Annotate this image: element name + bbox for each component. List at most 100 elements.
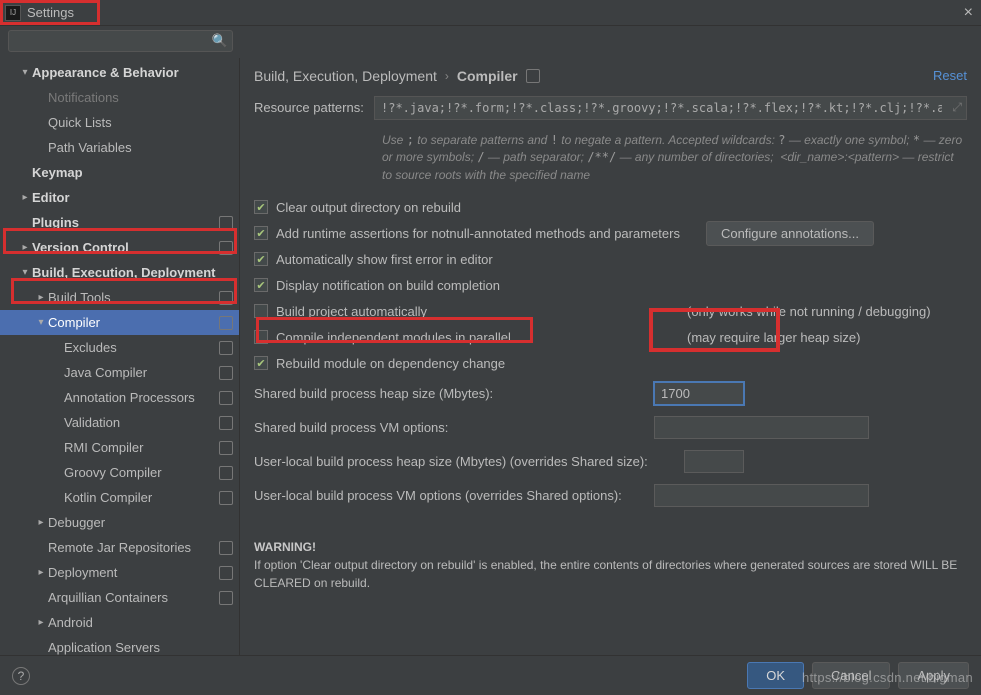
resource-patterns-help: Use ; to separate patterns and ! to nega… xyxy=(254,126,967,194)
sidebar-item-label: Build, Execution, Deployment xyxy=(32,265,233,280)
warning-title: WARNING! xyxy=(254,538,967,556)
checkbox-label: Clear output directory on rebuild xyxy=(276,200,461,215)
sidebar-item-groovy-compiler[interactable]: Groovy Compiler xyxy=(0,460,239,485)
checkbox-auto-first-error[interactable]: ✔ Automatically show first error in edit… xyxy=(254,246,967,272)
project-scope-icon xyxy=(526,69,540,83)
project-scope-icon xyxy=(219,591,233,605)
checkbox-icon xyxy=(254,304,268,318)
sidebar-item-label: Debugger xyxy=(48,515,233,530)
project-scope-icon xyxy=(219,316,233,330)
reset-link[interactable]: Reset xyxy=(933,68,967,83)
warning-body: If option 'Clear output directory on reb… xyxy=(254,556,967,592)
sidebar-item-keymap[interactable]: Keymap xyxy=(0,160,239,185)
search-icon: 🔍 xyxy=(212,33,228,49)
checkbox-display-notification[interactable]: ✔ Display notification on build completi… xyxy=(254,272,967,298)
project-scope-icon xyxy=(219,566,233,580)
sidebar-item-label: Annotation Processors xyxy=(64,390,215,405)
project-scope-icon xyxy=(219,366,233,380)
project-scope-icon xyxy=(219,541,233,555)
project-scope-icon xyxy=(219,491,233,505)
sidebar-item-validation[interactable]: Validation xyxy=(0,410,239,435)
sidebar-item-quick-lists[interactable]: Quick Lists xyxy=(0,110,239,135)
sidebar-item-android[interactable]: ▸Android xyxy=(0,610,239,635)
sidebar-item-appearance-behavior[interactable]: ▾Appearance & Behavior xyxy=(0,60,239,85)
sidebar-item-build-execution-deployment[interactable]: ▾Build, Execution, Deployment xyxy=(0,260,239,285)
checkbox-compile-parallel[interactable]: Compile independent modules in parallel … xyxy=(254,324,967,350)
user-heap-input[interactable] xyxy=(684,450,744,473)
chevron-right-icon: ▸ xyxy=(34,517,48,528)
sidebar-item-label: Version Control xyxy=(32,240,215,255)
checkbox-clear-output[interactable]: ✔ Clear output directory on rebuild xyxy=(254,194,967,220)
checkbox-label: Display notification on build completion xyxy=(276,278,500,293)
sidebar-item-label: Build Tools xyxy=(48,290,215,305)
sidebar-item-plugins[interactable]: Plugins xyxy=(0,210,239,235)
sidebar-item-remote-jar-repositories[interactable]: Remote Jar Repositories xyxy=(0,535,239,560)
sidebar-item-label: Quick Lists xyxy=(48,115,233,130)
sidebar-item-editor[interactable]: ▸Editor xyxy=(0,185,239,210)
settings-sidebar[interactable]: ▾Appearance & Behavior Notifications Quick… xyxy=(0,58,240,655)
warning-block: WARNING! If option 'Clear output directo… xyxy=(254,538,967,592)
checkbox-build-auto[interactable]: Build project automatically (only works … xyxy=(254,298,967,324)
sidebar-item-debugger[interactable]: ▸Debugger xyxy=(0,510,239,535)
apply-button[interactable]: Apply xyxy=(898,662,969,689)
titlebar: IJ Settings × xyxy=(0,0,981,26)
user-vm-input[interactable] xyxy=(654,484,869,507)
sidebar-item-label: Notifications xyxy=(48,90,233,105)
checkbox-note: (may require larger heap size) xyxy=(687,330,967,345)
sidebar-item-kotlin-compiler[interactable]: Kotlin Compiler xyxy=(0,485,239,510)
project-scope-icon xyxy=(219,416,233,430)
checkbox-label: Build project automatically xyxy=(276,304,427,319)
sidebar-item-arquillian-containers[interactable]: Arquillian Containers xyxy=(0,585,239,610)
chevron-right-icon: › xyxy=(445,69,449,83)
ok-button[interactable]: OK xyxy=(747,662,804,689)
sidebar-item-deployment[interactable]: ▸Deployment xyxy=(0,560,239,585)
sidebar-item-label: Plugins xyxy=(32,215,215,230)
help-button[interactable]: ? xyxy=(12,667,30,685)
project-scope-icon xyxy=(219,466,233,480)
project-scope-icon xyxy=(219,291,233,305)
checkbox-icon: ✔ xyxy=(254,226,268,240)
sidebar-item-build-tools[interactable]: ▸Build Tools xyxy=(0,285,239,310)
checkbox-label: Automatically show first error in editor xyxy=(276,252,493,267)
sidebar-item-label: Arquillian Containers xyxy=(48,590,215,605)
sidebar-item-label: RMI Compiler xyxy=(64,440,215,455)
project-scope-icon xyxy=(219,441,233,455)
shared-vm-input[interactable] xyxy=(654,416,869,439)
sidebar-item-annotation-processors[interactable]: Annotation Processors xyxy=(0,385,239,410)
sidebar-item-path-variables[interactable]: Path Variables xyxy=(0,135,239,160)
search-box: 🔍 xyxy=(8,30,233,52)
project-scope-icon xyxy=(219,241,233,255)
sidebar-item-label: Appearance & Behavior xyxy=(32,65,233,80)
chevron-down-icon: ▾ xyxy=(18,67,32,78)
sidebar-item-application-servers[interactable]: Application Servers xyxy=(0,635,239,655)
checkbox-label: Rebuild module on dependency change xyxy=(276,356,505,371)
checkbox-rebuild-dep[interactable]: ✔ Rebuild module on dependency change xyxy=(254,350,967,376)
user-heap-label: User-local build process heap size (Mbyt… xyxy=(254,454,684,469)
resource-patterns-input[interactable] xyxy=(374,96,967,120)
sidebar-item-label: Remote Jar Repositories xyxy=(48,540,215,555)
shared-heap-input[interactable] xyxy=(654,382,744,405)
resource-patterns-label: Resource patterns: xyxy=(254,96,374,115)
project-scope-icon xyxy=(219,216,233,230)
configure-annotations-button[interactable]: Configure annotations... xyxy=(706,221,874,246)
sidebar-item-excludes[interactable]: Excludes xyxy=(0,335,239,360)
checkbox-add-runtime[interactable]: ✔ Add runtime assertions for notnull-ann… xyxy=(254,220,967,246)
sidebar-item-label: Editor xyxy=(32,190,233,205)
sidebar-item-rmi-compiler[interactable]: RMI Compiler xyxy=(0,435,239,460)
checkbox-note: (only works while not running / debuggin… xyxy=(687,304,967,319)
sidebar-item-label: Excludes xyxy=(64,340,215,355)
breadcrumb-part: Compiler xyxy=(457,68,518,84)
expand-icon[interactable]: ⤢ xyxy=(952,100,962,115)
search-row: 🔍 xyxy=(0,26,981,58)
sidebar-item-version-control[interactable]: ▸Version Control xyxy=(0,235,239,260)
search-input[interactable] xyxy=(8,30,233,52)
dialog-footer: ? OK Cancel Apply xyxy=(0,655,981,695)
sidebar-item-label: Application Servers xyxy=(48,640,233,655)
sidebar-item-compiler[interactable]: ▾Compiler xyxy=(0,310,239,335)
breadcrumb-part[interactable]: Build, Execution, Deployment xyxy=(254,68,437,84)
sidebar-item-notifications[interactable]: Notifications xyxy=(0,85,239,110)
close-icon[interactable]: × xyxy=(964,4,973,22)
cancel-button[interactable]: Cancel xyxy=(812,662,890,689)
sidebar-item-java-compiler[interactable]: Java Compiler xyxy=(0,360,239,385)
checkbox-label: Add runtime assertions for notnull-annot… xyxy=(276,226,680,241)
